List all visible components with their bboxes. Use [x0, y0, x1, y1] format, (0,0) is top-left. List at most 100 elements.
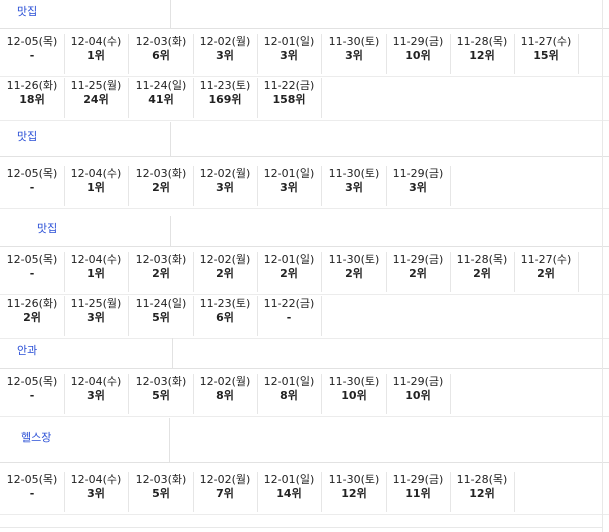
rank-cell: 12-05(목) - [0, 374, 65, 414]
row-divider [0, 294, 609, 295]
rank-value: 3위 [409, 181, 427, 194]
rank-cell: 12-02(월) 3위 [193, 34, 258, 74]
rank-cell: 11-26(화) 2위 [0, 296, 65, 336]
rank-date: 12-02(월) [199, 167, 251, 180]
rank-value: - [29, 181, 35, 194]
rank-cell: 11-30(토) 10위 [322, 374, 387, 414]
rank-cell: 11-28(목) 2위 [450, 252, 515, 292]
rank-date: 12-01(일) [263, 35, 315, 48]
rank-date: 11-30(토) [328, 35, 380, 48]
rank-date: 11-29(금) [392, 473, 444, 486]
rank-value: 10위 [341, 389, 367, 402]
rank-value: 41위 [148, 93, 174, 106]
rank-date: 11-29(금) [392, 167, 444, 180]
rank-cell: 12-01(일) 14위 [257, 472, 322, 512]
rank-value: 12위 [469, 49, 495, 62]
rank-value: 2위 [409, 267, 427, 280]
rank-value: - [29, 267, 35, 280]
panel-right-border [602, 0, 603, 532]
keyword-label: 맛집 [17, 130, 38, 143]
rank-cell: 11-29(금) 3위 [386, 166, 451, 206]
rank-date: 11-30(토) [328, 253, 380, 266]
rank-value: 3위 [87, 311, 105, 324]
rank-date: 12-01(일) [263, 375, 315, 388]
row-divider [0, 76, 609, 77]
rank-date: 11-28(목) [456, 253, 508, 266]
rank-value: 15위 [533, 49, 559, 62]
keyword-tab[interactable]: 안과 [0, 338, 173, 368]
rank-date: 12-03(화) [135, 473, 187, 486]
rank-value: 5위 [152, 311, 170, 324]
rank-date: 11-29(금) [392, 35, 444, 48]
rank-value: - [29, 389, 35, 402]
rank-date: 11-23(토) [199, 79, 251, 92]
rank-date: 12-02(월) [199, 253, 251, 266]
rank-value: - [29, 487, 35, 500]
rank-date: 12-01(일) [263, 167, 315, 180]
rank-cell: 11-26(화) 18위 [0, 78, 65, 118]
rank-cell: 12-02(월) 3위 [193, 166, 258, 206]
row-divider [0, 416, 609, 417]
row-divider [0, 514, 609, 515]
rank-value: 1위 [87, 181, 105, 194]
rank-value: 1위 [87, 267, 105, 280]
rank-cell: 12-04(수) 3위 [64, 374, 129, 414]
rank-cell: 11-25(월) 24위 [64, 78, 129, 118]
keyword-tab[interactable]: 헬스장 [0, 418, 170, 462]
rank-value: 11위 [405, 487, 431, 500]
rank-cell: 11-30(토) 3위 [322, 166, 387, 206]
rank-date: 12-05(목) [6, 167, 58, 180]
rank-date: 11-27(수) [520, 253, 572, 266]
rank-value: 2위 [345, 267, 363, 280]
rank-date: 11-24(일) [135, 297, 187, 310]
rank-value: 7위 [216, 487, 234, 500]
rank-date: 12-04(수) [70, 375, 122, 388]
rank-cell: 12-03(화) 2위 [129, 252, 194, 292]
keyword-label: 안과 [17, 344, 38, 357]
rank-value: 10위 [405, 389, 431, 402]
rank-cell: 11-25(월) 3위 [64, 296, 129, 336]
keyword-tab[interactable]: 맛집 [0, 122, 171, 156]
rank-value: 3위 [280, 181, 298, 194]
rank-cell: 11-28(목) 12위 [450, 34, 515, 74]
rank-date: 11-24(일) [135, 79, 187, 92]
rank-value: 2위 [152, 181, 170, 194]
rank-value: 2위 [23, 311, 41, 324]
rank-value: 3위 [216, 49, 234, 62]
rank-date: 11-25(월) [70, 297, 122, 310]
rank-cell: 11-30(토) 12위 [322, 472, 387, 512]
rank-cell: 11-29(금) 2위 [386, 252, 451, 292]
rank-value: 3위 [280, 49, 298, 62]
rank-cell: 12-01(일) 3위 [257, 34, 322, 74]
rank-date: 12-05(목) [6, 253, 58, 266]
rank-value: 3위 [216, 181, 234, 194]
rank-cell: 11-24(일) 41위 [129, 78, 194, 118]
rank-cell: 12-05(목) - [0, 34, 65, 74]
rank-date: 11-27(수) [520, 35, 572, 48]
rank-date: 12-03(화) [135, 35, 187, 48]
rank-cell: 12-03(화) 2위 [129, 166, 194, 206]
rank-date: 11-30(토) [328, 473, 380, 486]
keyword-tab[interactable]: 맛집 [0, 216, 171, 246]
keyword-header-row: 맛집 [0, 122, 609, 157]
rank-cell: 11-28(목) 12위 [450, 472, 515, 512]
rank-cell: 11-29(금) 10위 [386, 34, 451, 74]
rank-date: 12-05(목) [6, 375, 58, 388]
rank-cell: 12-05(목) - [0, 166, 65, 206]
rank-cell: 11-22(금) 158위 [257, 78, 322, 118]
rank-cell: 12-05(목) - [0, 472, 65, 512]
row-divider [0, 208, 609, 209]
keyword-label: 맛집 [17, 5, 38, 18]
rank-value: 18위 [19, 93, 45, 106]
rank-cell: 12-03(화) 5위 [129, 472, 194, 512]
rank-date: 11-26(화) [6, 79, 58, 92]
panel-bottom-border [0, 527, 603, 528]
rank-value: 2위 [537, 267, 555, 280]
rank-value: 6위 [216, 311, 234, 324]
rank-cell: 11-23(토) 6위 [193, 296, 258, 336]
rank-value: 12위 [341, 487, 367, 500]
keyword-tab[interactable]: 맛집 [0, 0, 171, 28]
rank-value: - [29, 49, 35, 62]
rank-date: 12-05(목) [6, 35, 58, 48]
rank-cell: 12-02(월) 7위 [193, 472, 258, 512]
